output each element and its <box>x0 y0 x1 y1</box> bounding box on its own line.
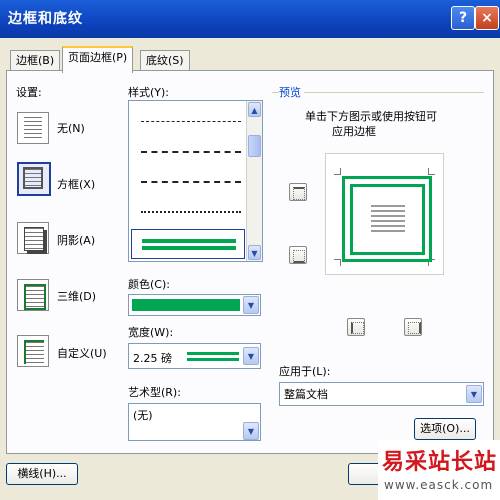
setting-box-icon[interactable] <box>17 162 51 196</box>
chevron-down-icon[interactable]: ▼ <box>243 296 259 314</box>
left-border-button[interactable] <box>347 318 365 336</box>
scroll-down-icon[interactable]: ▼ <box>248 245 261 260</box>
style-scrollbar[interactable]: ▲ ▼ <box>246 101 262 261</box>
help-button[interactable]: ? <box>451 6 475 30</box>
width-value: 2.25 磅 <box>133 352 172 365</box>
setting-none-label[interactable]: 无(N) <box>57 120 85 136</box>
preview-text <box>371 205 405 235</box>
preview-hint-line1: 单击下方图示或使用按钮可 <box>305 110 437 123</box>
title-bar: 边框和底纹 ? × <box>0 0 500 38</box>
style-label: 样式(Y): <box>128 86 170 99</box>
color-select[interactable]: ▼ <box>128 294 261 316</box>
tab-shading[interactable]: 底纹(S) <box>140 50 190 71</box>
chevron-down-icon[interactable]: ▼ <box>243 422 259 440</box>
scroll-thumb[interactable] <box>248 135 261 157</box>
setting-box-label[interactable]: 方框(X) <box>57 176 95 192</box>
setting-none-icon[interactable] <box>17 112 49 144</box>
settings-label: 设置: <box>16 86 42 99</box>
setting-custom-label[interactable]: 自定义(U) <box>57 345 107 361</box>
watermark-url: www.easck.com <box>384 478 494 492</box>
options-button[interactable]: 选项(O)... <box>414 418 476 440</box>
horizontal-line-button[interactable]: 横线(H)... <box>6 463 78 485</box>
width-label: 宽度(W): <box>128 326 174 339</box>
watermark: 易采站长站 www.easck.com <box>378 440 500 500</box>
color-swatch <box>132 299 240 311</box>
watermark-brand: 易采站长站 <box>382 449 498 475</box>
style-option[interactable] <box>141 211 241 213</box>
art-value: (无) <box>133 409 153 422</box>
preview-area[interactable] <box>325 153 444 275</box>
style-option-selected[interactable] <box>131 229 245 259</box>
setting-3d-icon[interactable] <box>17 279 49 311</box>
art-select[interactable]: (无) ▼ <box>128 403 261 441</box>
setting-3d-label[interactable]: 三维(D) <box>57 288 96 304</box>
preview-label: 预览 <box>279 84 304 100</box>
preview-page <box>342 176 432 262</box>
right-border-button[interactable] <box>404 318 422 336</box>
style-option[interactable] <box>141 151 241 153</box>
chevron-down-icon[interactable]: ▼ <box>466 385 482 403</box>
tab-borders[interactable]: 边框(B) <box>10 50 61 71</box>
color-label: 颜色(C): <box>128 278 170 291</box>
style-option[interactable] <box>141 121 241 122</box>
scroll-up-icon[interactable]: ▲ <box>248 102 261 117</box>
setting-shadow-icon[interactable] <box>17 222 49 254</box>
width-select[interactable]: 2.25 磅 ▼ <box>128 343 261 369</box>
apply-to-label: 应用于(L): <box>279 365 331 378</box>
chevron-down-icon[interactable]: ▼ <box>243 347 259 365</box>
setting-custom-icon[interactable] <box>17 335 49 367</box>
preview-hint-line2: 应用边框 <box>332 125 376 138</box>
apply-to-select[interactable]: 整篇文档 ▼ <box>279 382 484 406</box>
style-option[interactable] <box>141 181 241 183</box>
apply-to-value: 整篇文档 <box>284 388 328 401</box>
bottom-border-button[interactable] <box>289 246 307 264</box>
top-border-button[interactable] <box>289 183 307 201</box>
close-button[interactable]: × <box>475 6 499 30</box>
window-title: 边框和底纹 <box>8 11 83 27</box>
art-label: 艺术型(R): <box>128 386 181 399</box>
tab-page-border[interactable]: 页面边框(P) <box>62 46 134 73</box>
setting-shadow-label[interactable]: 阴影(A) <box>57 232 95 248</box>
style-list[interactable]: ▲ ▼ <box>128 100 263 262</box>
